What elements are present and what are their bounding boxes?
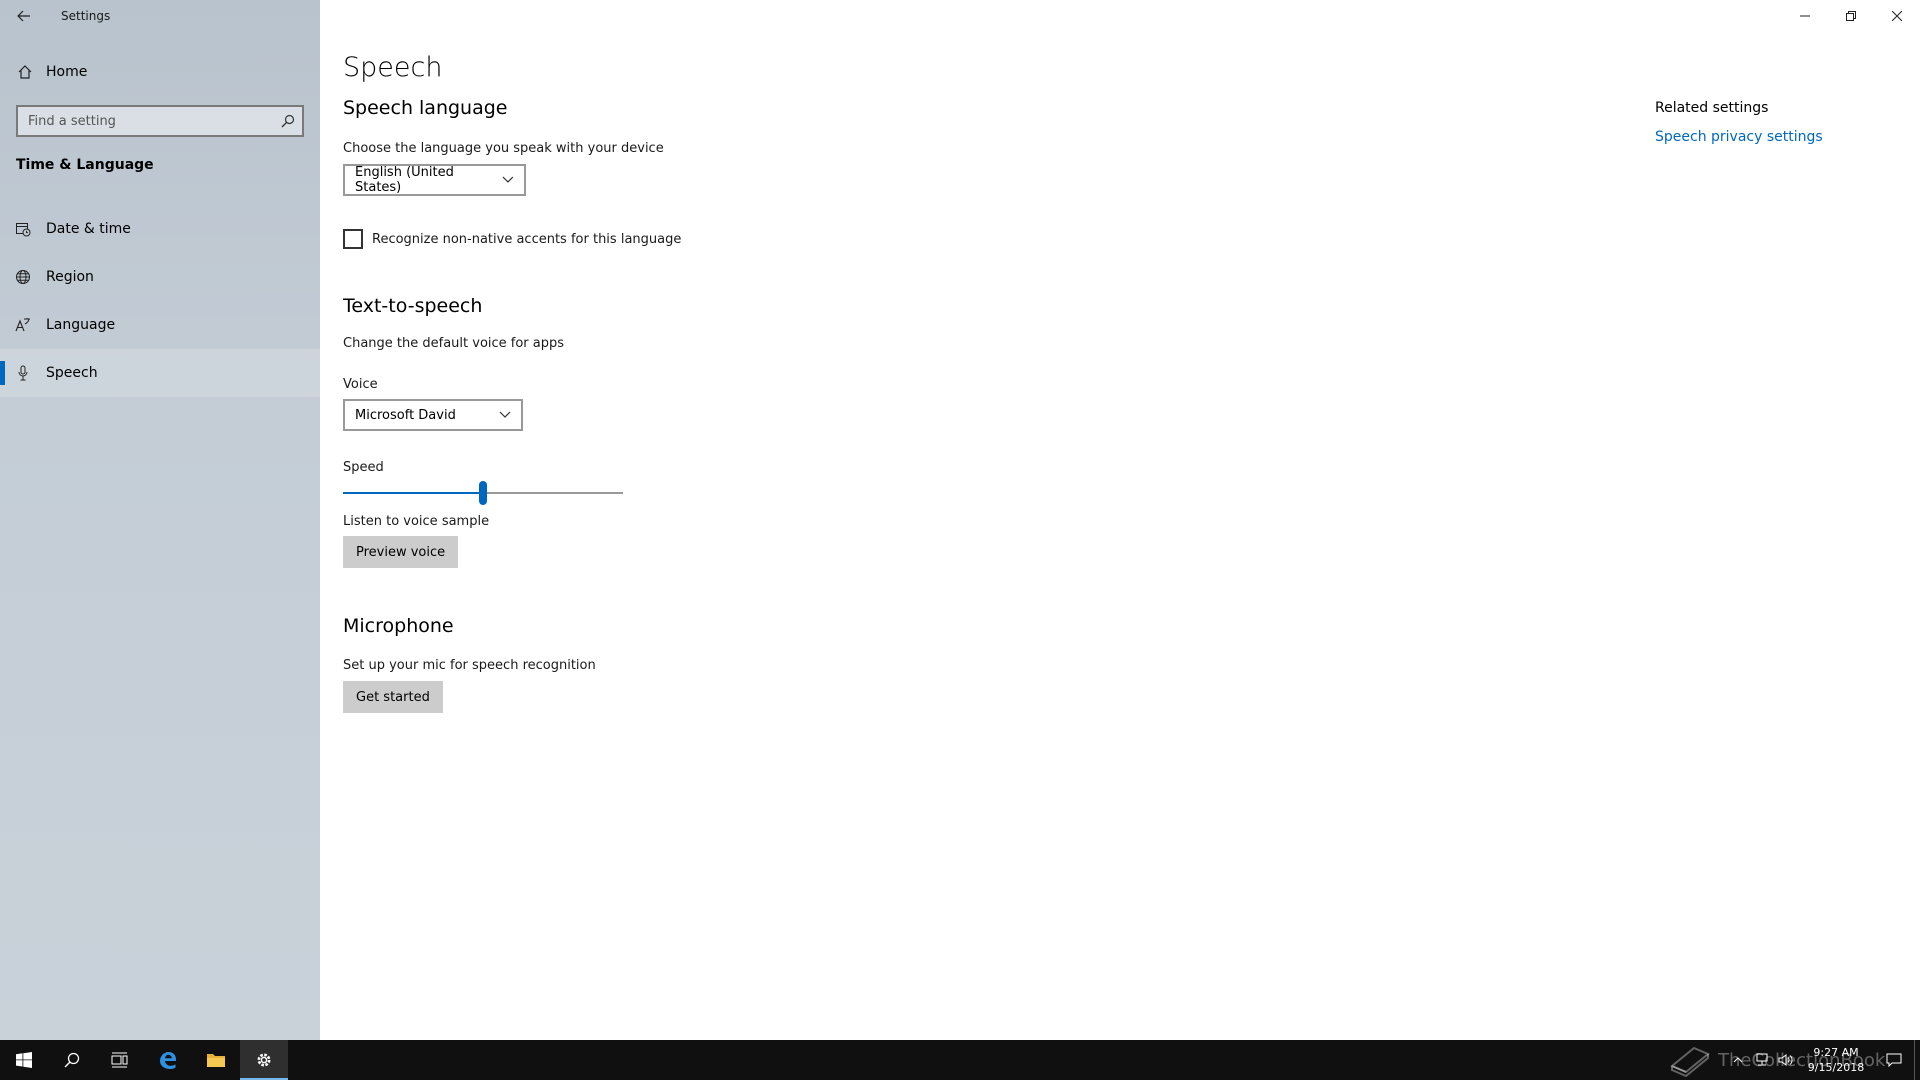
task-view-button[interactable]: [96, 1040, 144, 1080]
network-button[interactable]: [1750, 1040, 1774, 1080]
page-title: Speech: [343, 52, 443, 83]
minimize-icon: [1800, 15, 1810, 17]
volume-button[interactable]: [1774, 1040, 1798, 1080]
language-dropdown[interactable]: English (United States): [343, 164, 526, 196]
edge-browser-icon: [160, 1052, 176, 1069]
gear-icon: [257, 1053, 271, 1067]
taskbar-clock[interactable]: 9:27 AM 9/15/2018: [1798, 1045, 1874, 1075]
chevron-up-icon: [1733, 1057, 1743, 1063]
title-bar: Settings: [0, 0, 320, 32]
sidebar-item-label: Speech: [46, 365, 98, 381]
search-icon: [64, 1052, 80, 1068]
language-dropdown-value: English (United States): [355, 165, 454, 195]
network-icon: [1756, 1053, 1768, 1066]
section-title: Time & Language: [16, 157, 154, 173]
sidebar: Settings Home Time & Language Date & tim…: [0, 0, 320, 1040]
close-button[interactable]: [1874, 0, 1920, 32]
tts-description: Change the default voice for apps: [343, 336, 565, 351]
restore-icon: [1846, 11, 1856, 21]
get-started-button[interactable]: Get started: [343, 681, 443, 713]
speech-language-description: Choose the language you speak with your …: [343, 141, 664, 156]
home-label: Home: [46, 64, 88, 80]
volume-icon: [1778, 1054, 1793, 1066]
sidebar-item-label: Region: [46, 269, 94, 285]
sidebar-item-region[interactable]: Region: [0, 253, 320, 301]
taskbar-search-button[interactable]: [48, 1040, 96, 1080]
sample-label: Listen to voice sample: [343, 514, 490, 529]
microphone-heading: Microphone: [343, 615, 454, 637]
main-content: Speech Speech language Choose the langua…: [343, 52, 681, 713]
accent-checkbox-row[interactable]: Recognize non-native accents for this la…: [343, 229, 681, 249]
voice-label: Voice: [343, 377, 378, 392]
slider-fill: [343, 492, 483, 494]
edge-button[interactable]: [144, 1040, 192, 1080]
sidebar-item-date-time[interactable]: Date & time: [0, 205, 320, 253]
chevron-down-icon: [499, 411, 511, 418]
app-title: Settings: [61, 9, 111, 23]
settings-taskbar-button[interactable]: [240, 1040, 288, 1080]
restore-button[interactable]: [1828, 0, 1874, 32]
sidebar-item-label: Date & time: [46, 221, 131, 237]
search-icon[interactable]: [274, 114, 302, 128]
speech-language-heading: Speech language: [343, 97, 508, 119]
tts-heading: Text-to-speech: [343, 295, 483, 317]
show-desktop-button[interactable]: [1914, 1040, 1920, 1080]
chevron-down-icon: [502, 176, 514, 183]
back-arrow-icon: [17, 10, 30, 22]
voice-dropdown[interactable]: Microsoft David: [343, 399, 523, 431]
calendar-clock-icon: [14, 220, 32, 238]
microphone-description: Set up your mic for speech recognition: [343, 658, 596, 673]
start-button[interactable]: [0, 1040, 48, 1080]
sidebar-item-speech[interactable]: Speech: [0, 349, 320, 397]
home-nav-item[interactable]: Home: [0, 57, 320, 87]
microphone-icon: [14, 364, 32, 382]
globe-icon: [14, 268, 32, 286]
sidebar-item-label: Language: [46, 317, 116, 333]
system-tray: 9:27 AM 9/15/2018: [1726, 1040, 1920, 1080]
minimize-button[interactable]: [1782, 0, 1828, 32]
search-box: [16, 105, 304, 137]
window-controls: [1782, 0, 1920, 32]
speed-label: Speed: [343, 460, 384, 475]
tray-overflow-button[interactable]: [1726, 1040, 1750, 1080]
windows-logo-icon: [16, 1052, 32, 1068]
action-center-button[interactable]: [1874, 1040, 1914, 1080]
file-explorer-button[interactable]: [192, 1040, 240, 1080]
slider-thumb[interactable]: [479, 481, 487, 505]
voice-dropdown-value: Microsoft David: [355, 407, 456, 423]
accent-checkbox[interactable]: [343, 229, 363, 249]
clock-time: 9:27 AM: [1813, 1046, 1859, 1059]
folder-icon: [207, 1054, 225, 1067]
back-button[interactable]: [0, 0, 48, 32]
sidebar-nav: Date & time Region Language Speech: [0, 205, 320, 397]
home-icon: [16, 63, 34, 81]
task-view-icon: [111, 1052, 128, 1068]
search-input[interactable]: [18, 107, 274, 135]
accent-checkbox-label: Recognize non-native accents for this la…: [372, 231, 682, 247]
notification-icon: [1886, 1053, 1902, 1067]
close-icon: [1892, 11, 1902, 21]
sidebar-item-language[interactable]: Language: [0, 301, 320, 349]
clock-date: 9/15/2018: [1807, 1061, 1865, 1074]
related-settings-title: Related settings: [1655, 100, 1769, 116]
taskbar: 9:27 AM 9/15/2018: [0, 1040, 1920, 1080]
speech-privacy-link[interactable]: Speech privacy settings: [1655, 129, 1823, 145]
speed-slider[interactable]: [343, 481, 623, 505]
language-icon: [14, 316, 32, 334]
related-settings: Related settings Speech privacy settings: [1655, 100, 1823, 145]
preview-voice-button[interactable]: Preview voice: [343, 536, 459, 568]
